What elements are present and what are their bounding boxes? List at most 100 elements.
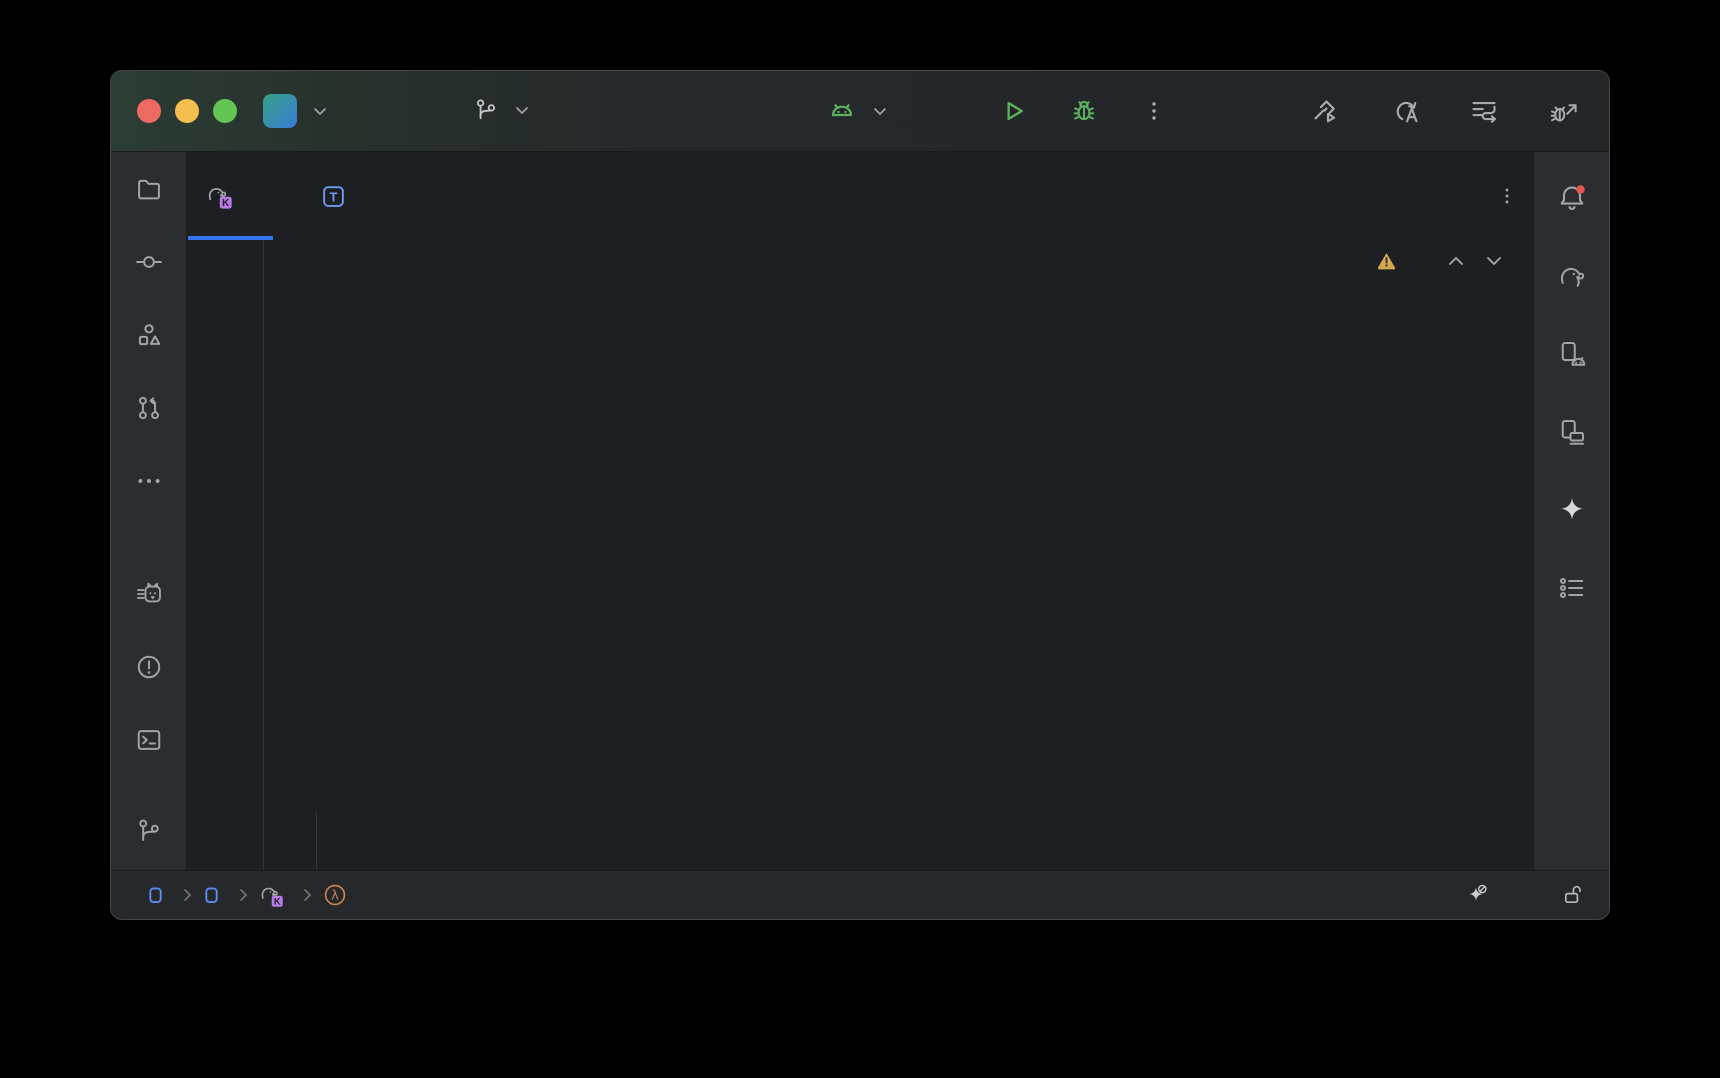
pull-requests-icon <box>135 394 163 422</box>
module-icon <box>147 886 164 905</box>
error-stripe[interactable] <box>1494 240 1534 870</box>
breadcrumbs: K λ <box>147 883 347 908</box>
gemini-status-widget[interactable] <box>1465 883 1489 907</box>
svg-text:λ: λ <box>331 889 339 904</box>
breadcrumb-module[interactable] <box>203 886 228 905</box>
right-tool-stripe <box>1534 152 1609 870</box>
ide-window: K T <box>110 70 1610 920</box>
tool-version-control-button[interactable] <box>134 816 164 846</box>
build-run-icon <box>1309 96 1339 126</box>
notifications-bell-icon <box>1557 183 1587 213</box>
chevron-right-icon <box>183 888 192 902</box>
gradle-kotlin-script-icon: K <box>259 883 284 908</box>
gemini-disabled-icon <box>1465 883 1489 907</box>
svg-text:K: K <box>222 198 230 209</box>
apply-changes-restart-icon <box>1469 96 1499 126</box>
notification-dot <box>1576 185 1585 194</box>
zoom-window-button[interactable] <box>213 99 237 123</box>
chevron-down-icon <box>873 107 887 116</box>
device-manager-icon <box>1557 417 1587 447</box>
git-branch-icon <box>135 817 163 845</box>
git-branch-icon <box>473 97 499 123</box>
debug-button[interactable] <box>1067 94 1101 128</box>
tab-libs-versions-toml[interactable]: T <box>301 152 374 240</box>
left-tool-stripe <box>111 152 186 870</box>
running-devices-icon <box>1557 339 1587 369</box>
tab-options-kebab-icon <box>1496 185 1518 207</box>
previous-warning-button[interactable] <box>1448 256 1464 266</box>
run-configuration-widget[interactable] <box>827 96 887 126</box>
tool-logcat-button[interactable] <box>134 579 164 609</box>
inspections-widget[interactable] <box>1376 250 1502 271</box>
code-editor[interactable] <box>186 240 1534 870</box>
unlocked-icon <box>1561 883 1585 907</box>
tool-structure-button[interactable] <box>134 320 164 350</box>
indent-guide <box>316 812 317 870</box>
tool-running-devices-button[interactable] <box>1557 339 1587 369</box>
gradle-kotlin-script-icon: K <box>206 183 233 210</box>
structure-icon <box>135 321 163 349</box>
run-icon <box>1000 97 1028 125</box>
tool-project-button[interactable] <box>134 174 164 204</box>
commit-icon <box>135 248 163 276</box>
editor-tab-bar: K T <box>186 152 1534 240</box>
tool-pull-requests-button[interactable] <box>134 393 164 423</box>
apply-changes-restart-button[interactable] <box>1467 94 1501 128</box>
breadcrumb-project[interactable] <box>147 886 172 905</box>
chevron-right-icon <box>239 888 248 902</box>
attach-debugger-icon <box>1549 96 1579 126</box>
android-icon <box>827 96 857 126</box>
tool-notifications-button[interactable] <box>1557 183 1587 213</box>
tool-terminal-button[interactable] <box>134 725 164 755</box>
tool-device-manager-button[interactable] <box>1557 417 1587 447</box>
module-icon <box>203 886 220 905</box>
build-run-button[interactable] <box>1307 94 1341 128</box>
chevron-up-icon <box>1448 256 1464 266</box>
more-icon <box>135 467 163 495</box>
apply-code-changes-icon <box>1391 96 1421 126</box>
vcs-branch-widget[interactable] <box>473 97 529 123</box>
list-tool-icon <box>1557 573 1587 603</box>
toml-file-icon: T <box>321 184 346 209</box>
breadcrumb-file[interactable]: K <box>259 883 292 908</box>
more-kebab-icon <box>1142 99 1166 123</box>
more-actions-button[interactable] <box>1137 94 1171 128</box>
main-area: K T <box>111 152 1609 870</box>
tab-options-button[interactable] <box>1496 185 1518 207</box>
project-badge <box>263 94 297 128</box>
tool-gemini-button[interactable] <box>1557 495 1587 525</box>
svg-text:T: T <box>330 189 338 204</box>
kotlin-script-indicator[interactable]: λ <box>323 883 347 907</box>
project-widget[interactable] <box>263 94 327 128</box>
title-bar[interactable] <box>111 71 1609 152</box>
tab-build-gradle-kts[interactable]: K <box>186 152 275 240</box>
chevron-down-icon <box>313 107 327 116</box>
status-widgets <box>1357 883 1585 907</box>
apply-code-changes-button[interactable] <box>1389 94 1423 128</box>
problems-icon <box>135 653 163 681</box>
lambda-icon: λ <box>323 883 347 907</box>
tool-list-button[interactable] <box>1557 573 1587 603</box>
editor-column: K T <box>186 152 1534 870</box>
attach-debugger-button[interactable] <box>1547 94 1581 128</box>
status-bar: K λ <box>111 870 1609 919</box>
chevron-down-icon <box>515 106 529 115</box>
svg-text:K: K <box>274 896 281 906</box>
run-button[interactable] <box>997 94 1031 128</box>
close-window-button[interactable] <box>137 99 161 123</box>
code-lines <box>186 240 1534 243</box>
chevron-right-icon <box>303 888 312 902</box>
project-folder-icon <box>135 175 163 203</box>
gradle-icon <box>1557 261 1587 291</box>
minimize-window-button[interactable] <box>175 99 199 123</box>
tool-more-button[interactable] <box>134 466 164 496</box>
logcat-icon <box>135 580 163 608</box>
lock-widget[interactable] <box>1561 883 1585 907</box>
terminal-icon <box>135 726 163 754</box>
tool-problems-button[interactable] <box>134 652 164 682</box>
tool-gradle-button[interactable] <box>1557 261 1587 291</box>
warning-icon <box>1376 250 1397 271</box>
tool-commit-button[interactable] <box>134 247 164 277</box>
debug-bug-icon <box>1070 97 1098 125</box>
gemini-star-icon <box>1557 495 1587 525</box>
